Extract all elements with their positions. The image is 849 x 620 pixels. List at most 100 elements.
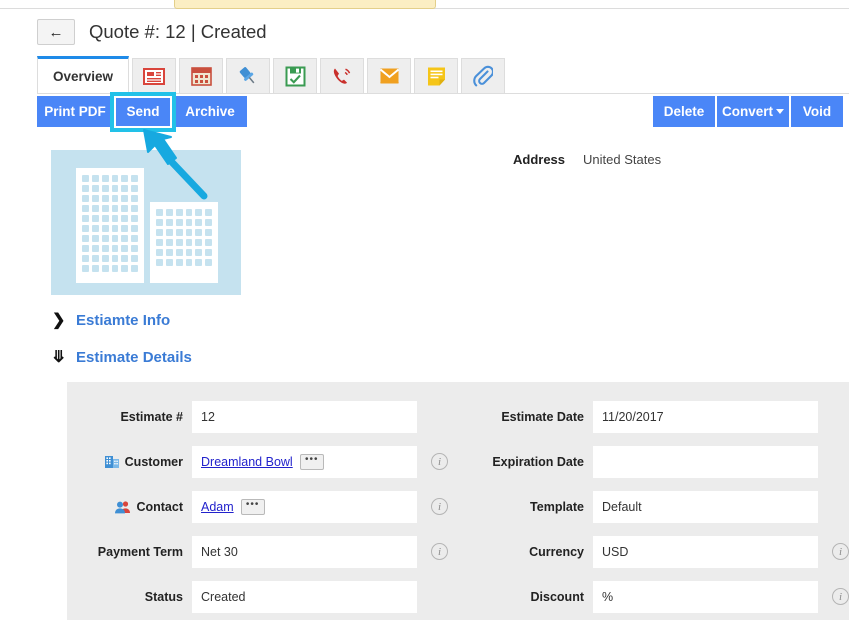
field-input[interactable]: 12 xyxy=(192,401,417,433)
logo-window xyxy=(82,265,89,272)
convert-button[interactable]: Convert xyxy=(717,96,789,127)
info-icon[interactable]: i xyxy=(832,543,849,560)
back-button[interactable]: ← xyxy=(37,19,75,45)
logo-window xyxy=(186,259,193,266)
logo-window xyxy=(166,249,173,256)
pushpin-icon xyxy=(237,65,259,87)
tab-notes[interactable] xyxy=(414,58,458,93)
field-label: Expiration Date xyxy=(458,455,593,469)
notes-icon xyxy=(426,66,447,87)
info-icon[interactable]: i xyxy=(431,453,448,470)
logo-window xyxy=(131,235,138,242)
company-logo-placeholder xyxy=(51,150,241,295)
field-label-text: Estimate # xyxy=(120,410,183,424)
logo-window xyxy=(131,215,138,222)
archive-button[interactable]: Archive xyxy=(173,96,247,127)
top-divider xyxy=(0,0,849,9)
envelope-icon xyxy=(379,67,400,86)
logo-window xyxy=(121,265,128,272)
back-arrow-icon: ← xyxy=(49,25,64,40)
logo-window xyxy=(82,225,89,232)
field-label: Currency xyxy=(458,545,593,559)
field-link[interactable]: Dreamland Bowl xyxy=(201,455,293,469)
tab-email[interactable] xyxy=(367,58,411,93)
logo-window xyxy=(92,195,99,202)
logo-window xyxy=(121,245,128,252)
tab-attachment[interactable] xyxy=(461,58,505,93)
paperclip-icon xyxy=(473,65,493,87)
logo-window xyxy=(205,249,212,256)
info-icon[interactable]: i xyxy=(431,543,448,560)
logo-window xyxy=(82,235,89,242)
void-button[interactable]: Void xyxy=(791,96,843,127)
lookup-ellipsis-button[interactable]: ••• xyxy=(241,499,265,515)
estimate-details-form: Estimate #12Estimate Date11/20/2017Custo… xyxy=(67,382,849,620)
field-input[interactable]: 11/20/2017 xyxy=(593,401,818,433)
form-row: StatusCreatedDiscount%i xyxy=(67,574,849,619)
logo-window xyxy=(195,249,202,256)
field-value: Default xyxy=(602,500,642,514)
print-pdf-button[interactable]: Print PDF xyxy=(37,96,113,127)
logo-window xyxy=(131,245,138,252)
form-field-estimate-date: Estimate Date11/20/2017 xyxy=(458,401,849,433)
logo-window xyxy=(205,259,212,266)
floppy-check-icon xyxy=(285,66,306,87)
tab-overview[interactable]: Overview xyxy=(37,56,129,93)
logo-window xyxy=(102,235,109,242)
logo-window xyxy=(102,255,109,262)
info-icon[interactable]: i xyxy=(431,498,448,515)
field-input[interactable]: Default xyxy=(593,491,818,523)
tab-save[interactable] xyxy=(273,58,317,93)
section-header-estimate-info[interactable]: ❯ Estiamte Info xyxy=(52,312,170,329)
chevron-down-icon: ⤋ xyxy=(52,350,66,366)
tab-calendar[interactable] xyxy=(179,58,223,93)
tab-invoice[interactable] xyxy=(132,58,176,93)
tab-call[interactable] xyxy=(320,58,364,93)
logo-window xyxy=(92,265,99,272)
address-label: Address xyxy=(513,152,565,167)
logo-window xyxy=(131,255,138,262)
logo-window xyxy=(102,215,109,222)
logo-window xyxy=(176,209,183,216)
field-label: Payment Term xyxy=(67,545,192,559)
logo-window xyxy=(92,235,99,242)
field-input[interactable]: Created xyxy=(192,581,417,613)
field-input[interactable] xyxy=(593,446,818,478)
info-icon[interactable]: i xyxy=(832,588,849,605)
form-field-payment-term: Payment TermNet 30 i xyxy=(67,536,458,568)
building-icon xyxy=(105,455,120,469)
logo-window xyxy=(176,259,183,266)
lookup-ellipsis-button[interactable]: ••• xyxy=(300,454,324,470)
logo-window xyxy=(131,225,138,232)
field-input[interactable]: Net 30 xyxy=(192,536,417,568)
logo-window xyxy=(176,229,183,236)
invoice-list-icon xyxy=(143,67,165,86)
field-value: Created xyxy=(201,590,245,604)
logo-window xyxy=(121,225,128,232)
field-input[interactable]: % xyxy=(593,581,818,613)
logo-window xyxy=(195,259,202,266)
delete-button[interactable]: Delete xyxy=(653,96,715,127)
field-input[interactable]: Dreamland Bowl ••• xyxy=(192,446,417,478)
logo-window xyxy=(205,219,212,226)
field-input[interactable]: Adam ••• xyxy=(192,491,417,523)
logo-window xyxy=(102,195,109,202)
logo-window xyxy=(156,249,163,256)
section-header-estimate-details[interactable]: ⤋ Estimate Details xyxy=(52,349,192,366)
send-button[interactable]: Send xyxy=(115,96,171,127)
logo-window xyxy=(195,239,202,246)
logo-window xyxy=(121,195,128,202)
logo-window xyxy=(92,205,99,212)
tab-pin[interactable] xyxy=(226,58,270,93)
logo-window xyxy=(131,265,138,272)
logo-window xyxy=(166,219,173,226)
logo-window xyxy=(92,175,99,182)
field-link[interactable]: Adam xyxy=(201,500,234,514)
field-value: % xyxy=(602,590,613,604)
logo-window xyxy=(205,209,212,216)
logo-window xyxy=(112,235,119,242)
field-input[interactable]: USD xyxy=(593,536,818,568)
logo-window xyxy=(195,219,202,226)
logo-window xyxy=(176,249,183,256)
address-block: Address United States xyxy=(513,152,661,167)
